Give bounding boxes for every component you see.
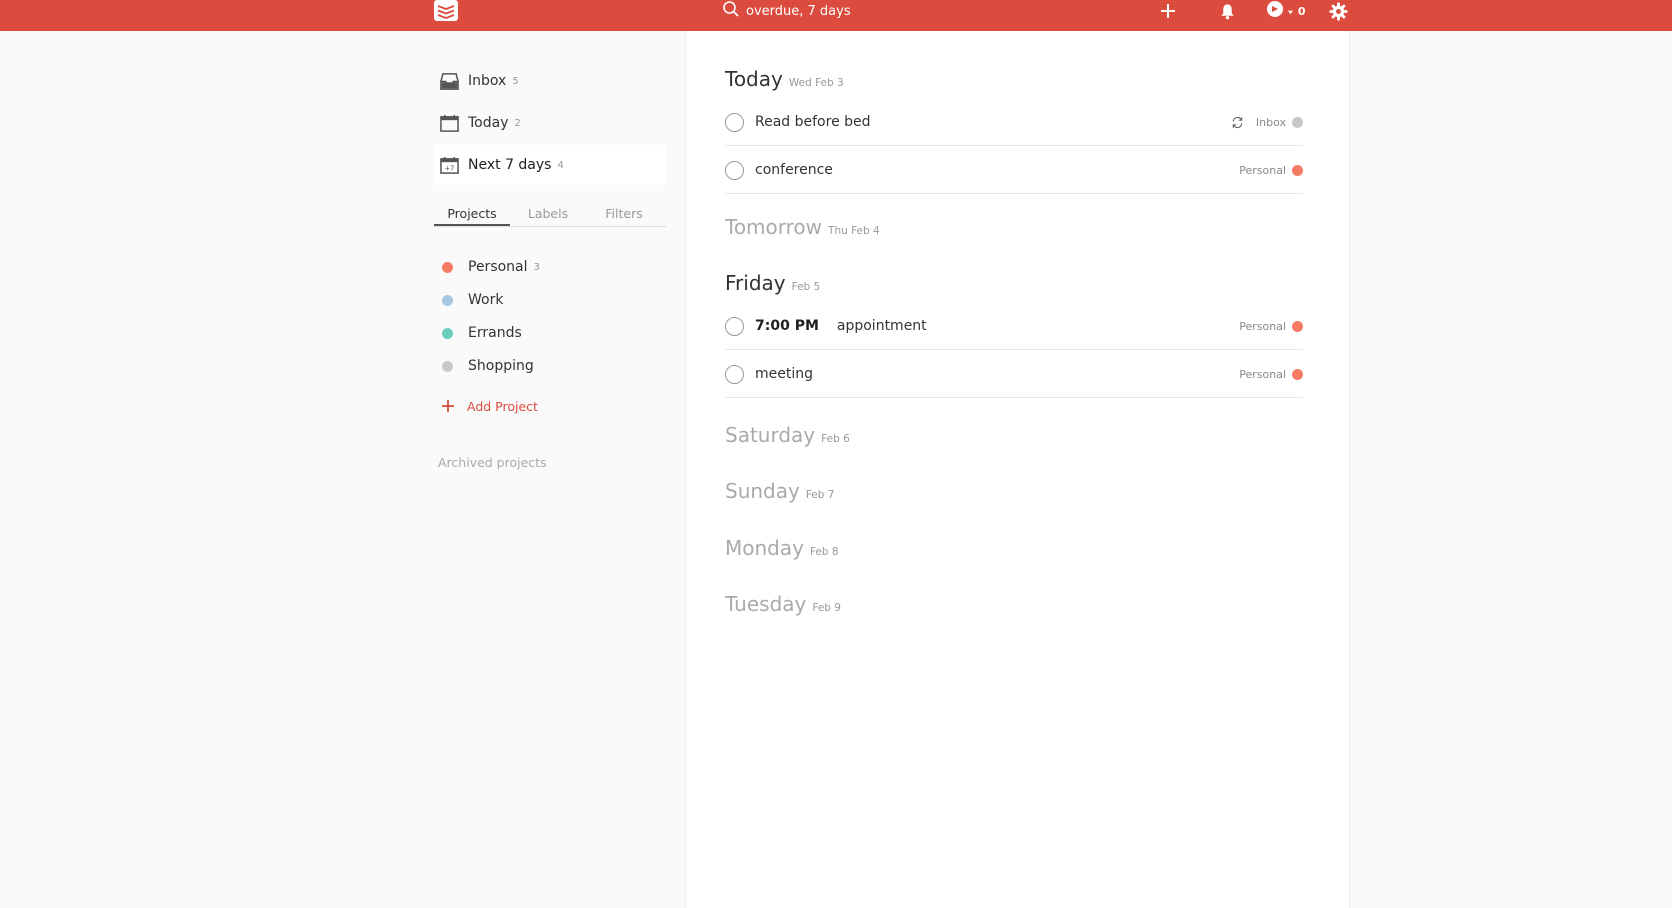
task-row[interactable]: meeting Personal [725, 351, 1303, 398]
task-row[interactable]: conference Personal [725, 147, 1303, 194]
project-color-dot [442, 327, 453, 339]
sidebar-tabs: Projects Labels Filters [434, 202, 666, 227]
day-date: Feb 8 [809, 546, 839, 558]
task-project-label[interactable]: Personal [1239, 320, 1286, 333]
search-bar[interactable]: overdue, 7 days [722, 0, 851, 22]
top-bar: overdue, 7 days 0 [0, 0, 1672, 31]
day-header-friday: Friday Feb 5 [725, 271, 820, 295]
day-date: Thu Feb 4 [828, 225, 880, 237]
sidebar-item-next-7-days[interactable]: +7 Next 7 days 4 [434, 145, 666, 185]
day-name: Tuesday [725, 592, 807, 616]
day-date: Feb 6 [821, 433, 850, 445]
day-date: Feb 7 [805, 489, 835, 501]
svg-text:+7: +7 [444, 164, 454, 172]
project-count: 3 [533, 261, 540, 273]
task-project-label[interactable]: Inbox [1256, 116, 1286, 129]
tab-filters[interactable]: Filters [586, 202, 662, 226]
main-content: Today Wed Feb 3 Read before bed Inbox co… [685, 31, 1350, 908]
add-icon[interactable] [1157, 0, 1179, 22]
add-project-label: Add Project [467, 398, 538, 414]
calendar-icon [438, 112, 460, 134]
sidebar-item-label: Inbox [468, 73, 507, 89]
archived-projects-link[interactable]: Archived projects [438, 455, 547, 470]
task-meta: Personal [1239, 368, 1303, 381]
day-name: Saturday [725, 423, 816, 447]
gear-icon[interactable] [1327, 0, 1349, 22]
day-header-tuesday: Tuesday Feb 9 [725, 592, 841, 616]
sidebar-item-count: 4 [557, 159, 564, 171]
project-work[interactable]: Work [442, 286, 503, 314]
logo-icon[interactable] [433, 0, 459, 22]
karma-icon [1266, 0, 1284, 22]
task-row[interactable]: Read before bed Inbox [725, 99, 1303, 146]
project-label: Shopping [468, 358, 534, 374]
task-checkbox[interactable] [725, 112, 744, 132]
day-name: Sunday [725, 479, 800, 503]
task-project-label[interactable]: Personal [1239, 164, 1286, 177]
day-name: Friday [725, 271, 786, 295]
arrow-down-icon [1287, 10, 1294, 14]
sidebar-item-count: 2 [514, 117, 521, 129]
task-checkbox[interactable] [725, 160, 744, 180]
calendar-week-icon: +7 [438, 154, 460, 176]
task-content[interactable]: Read before bed [755, 114, 871, 130]
plus-icon [442, 397, 454, 416]
project-shopping[interactable]: Shopping [442, 352, 534, 380]
sidebar: Inbox 5 Today 2 +7 Next 7 days 4 Project… [434, 31, 684, 908]
task-project-dot [1292, 320, 1303, 332]
task-checkbox[interactable] [725, 364, 744, 384]
sidebar-item-label: Next 7 days [468, 157, 552, 173]
day-header-tomorrow: Tomorrow Thu Feb 4 [725, 215, 880, 239]
task-checkbox[interactable] [725, 316, 744, 336]
task-project-label[interactable]: Personal [1239, 368, 1286, 381]
task-meta: Personal [1239, 164, 1303, 177]
bell-icon[interactable] [1216, 0, 1238, 22]
day-name: Monday [725, 536, 804, 560]
task-meta: Inbox [1231, 116, 1303, 129]
task-row[interactable]: 7:00 PM appointment Personal [725, 303, 1303, 350]
day-name: Today [725, 67, 783, 91]
day-header-sunday: Sunday Feb 7 [725, 479, 834, 503]
project-errands[interactable]: Errands [442, 319, 522, 347]
day-header-saturday: Saturday Feb 6 [725, 423, 850, 447]
karma-value: 0 [1287, 5, 1306, 18]
day-header-monday: Monday Feb 8 [725, 536, 839, 560]
day-date: Feb 5 [791, 281, 821, 293]
add-project-button[interactable]: Add Project [442, 394, 538, 418]
day-date: Wed Feb 3 [788, 77, 844, 89]
task-content[interactable]: appointment [837, 318, 927, 334]
project-label: Personal [468, 259, 528, 275]
project-color-dot [442, 261, 453, 273]
day-name: Tomorrow [725, 215, 823, 239]
project-color-dot [442, 360, 453, 372]
recurring-icon [1231, 116, 1244, 129]
tab-labels[interactable]: Labels [510, 202, 586, 226]
task-project-dot [1292, 368, 1303, 380]
task-project-dot [1292, 116, 1303, 128]
project-color-dot [442, 294, 453, 306]
project-personal[interactable]: Personal 3 [442, 253, 540, 281]
task-content[interactable]: conference [755, 162, 833, 178]
task-meta: Personal [1239, 320, 1303, 333]
karma-count: 0 [1297, 4, 1306, 18]
sidebar-item-count: 5 [512, 75, 519, 87]
sidebar-item-label: Today [468, 115, 509, 131]
task-project-dot [1292, 164, 1303, 176]
project-label: Errands [468, 325, 522, 341]
tab-projects[interactable]: Projects [434, 202, 510, 226]
inbox-icon [438, 70, 460, 92]
day-header-today: Today Wed Feb 3 [725, 67, 844, 91]
project-label: Work [468, 292, 504, 308]
day-date: Feb 9 [812, 602, 841, 614]
task-time: 7:00 PM [755, 318, 819, 334]
sidebar-item-inbox[interactable]: Inbox 5 [434, 61, 666, 101]
search-input[interactable]: overdue, 7 days [746, 4, 851, 19]
task-content[interactable]: meeting [755, 366, 813, 382]
sidebar-item-today[interactable]: Today 2 [434, 103, 666, 143]
search-icon [722, 0, 740, 22]
karma-indicator[interactable]: 0 [1266, 0, 1306, 22]
